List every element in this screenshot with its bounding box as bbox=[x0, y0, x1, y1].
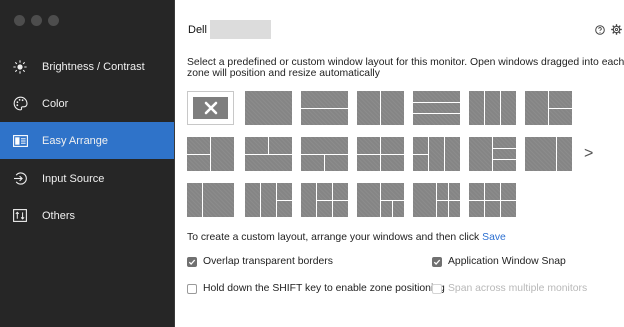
input-source-icon bbox=[12, 171, 28, 187]
sidebar-item-input-source[interactable]: Input Source bbox=[0, 160, 174, 197]
sidebar: Brightness / Contrast Color Easy Arrange… bbox=[0, 0, 175, 327]
zone-divider bbox=[413, 113, 460, 114]
zone-divider bbox=[260, 183, 261, 217]
zone-fill bbox=[187, 183, 234, 217]
zone-divider bbox=[380, 91, 381, 125]
zone-divider bbox=[469, 200, 516, 201]
layout-preset-r3c1[interactable] bbox=[187, 183, 234, 217]
layout-preset-r3c3[interactable] bbox=[301, 183, 348, 217]
span-monitors-checkbox bbox=[432, 283, 442, 294]
layout-preset-r2c1[interactable] bbox=[187, 137, 234, 171]
custom-layout-hint: To create a custom layout, arrange your … bbox=[187, 232, 506, 243]
zone-divider bbox=[413, 102, 460, 103]
zone-fill bbox=[413, 91, 460, 125]
custom-layout-text: To create a custom layout, arrange your … bbox=[187, 232, 483, 243]
close-window-button[interactable] bbox=[14, 15, 25, 26]
zone-divider bbox=[324, 154, 325, 171]
zone-divider bbox=[556, 137, 557, 171]
zone-divider bbox=[301, 108, 348, 109]
zone-divider bbox=[276, 200, 292, 201]
sidebar-item-label: Color bbox=[42, 97, 69, 110]
layout-preset-r1c3[interactable] bbox=[301, 91, 348, 125]
zone-divider bbox=[428, 137, 429, 171]
layout-preset-r3c5[interactable] bbox=[413, 183, 460, 217]
window-layout-icon bbox=[12, 133, 28, 149]
zone-divider bbox=[380, 137, 381, 171]
overlap-borders-checkbox[interactable] bbox=[187, 256, 197, 267]
layout-description: Select a predefined or custom window lay… bbox=[187, 57, 624, 79]
window-controls bbox=[14, 15, 59, 26]
sidebar-item-label: Others bbox=[42, 209, 76, 222]
no-layout-icon bbox=[193, 97, 228, 119]
layout-preset-r1c6[interactable] bbox=[469, 91, 516, 125]
span-monitors-option: Span across multiple monitors bbox=[432, 283, 587, 294]
shift-key-label: Hold down the SHIFT key to enable zone p… bbox=[203, 283, 445, 294]
sidebar-item-others[interactable]: Others bbox=[0, 197, 174, 234]
monitor-model-dropdown[interactable] bbox=[210, 20, 271, 39]
header: Dell bbox=[175, 0, 624, 56]
layout-preset-r2c5[interactable] bbox=[413, 137, 460, 171]
sun-icon bbox=[12, 59, 28, 75]
layout-preset-r2c6[interactable] bbox=[469, 137, 516, 171]
zoom-window-button[interactable] bbox=[48, 15, 59, 26]
zone-divider bbox=[392, 200, 393, 217]
zone-divider bbox=[316, 200, 332, 201]
minimize-window-button[interactable] bbox=[31, 15, 42, 26]
layout-preset-r2c3[interactable] bbox=[301, 137, 348, 171]
palette-icon bbox=[12, 96, 28, 112]
zone-divider bbox=[202, 183, 203, 217]
layout-preset-r1c7[interactable] bbox=[525, 91, 572, 125]
layout-preset-r3c6[interactable] bbox=[469, 183, 516, 217]
layout-preset-r1c1[interactable] bbox=[187, 91, 234, 125]
layout-preset-r1c4[interactable] bbox=[357, 91, 404, 125]
zone-divider bbox=[187, 154, 210, 155]
help-icon[interactable] bbox=[595, 25, 605, 35]
zone-divider bbox=[492, 148, 516, 149]
zone-divider bbox=[500, 91, 501, 125]
zone-fill bbox=[245, 91, 292, 125]
window-snap-option[interactable]: Application Window Snap bbox=[432, 256, 566, 267]
zone-divider bbox=[492, 159, 516, 160]
zone-fill bbox=[469, 91, 516, 125]
shift-key-option[interactable]: Hold down the SHIFT key to enable zone p… bbox=[187, 283, 445, 294]
zone-fill bbox=[525, 137, 572, 171]
layout-preset-r3c4[interactable] bbox=[357, 183, 404, 217]
window-snap-checkbox[interactable] bbox=[432, 256, 442, 267]
layout-preset-r2c4[interactable] bbox=[357, 137, 404, 171]
main-panel: Dell Select a predefined or custom windo… bbox=[175, 0, 624, 327]
layout-preset-r1c2[interactable] bbox=[245, 91, 292, 125]
overlap-borders-label: Overlap transparent borders bbox=[203, 256, 333, 267]
zone-divider bbox=[548, 108, 572, 109]
sidebar-item-label: Easy Arrange bbox=[42, 134, 109, 147]
overlap-borders-option[interactable]: Overlap transparent borders bbox=[187, 256, 333, 267]
zone-divider bbox=[448, 200, 449, 217]
zone-divider bbox=[448, 183, 449, 200]
zone-divider bbox=[245, 154, 292, 155]
gear-icon[interactable] bbox=[611, 24, 622, 35]
window-snap-label: Application Window Snap bbox=[448, 256, 566, 267]
zone-divider bbox=[268, 137, 269, 154]
sidebar-item-color[interactable]: Color bbox=[0, 85, 174, 122]
zone-divider bbox=[444, 137, 445, 171]
layout-preset-r3c2[interactable] bbox=[245, 183, 292, 217]
brand-label: Dell bbox=[188, 24, 207, 36]
zone-divider bbox=[413, 154, 428, 155]
sidebar-item-brightness-contrast[interactable]: Brightness / Contrast bbox=[0, 48, 174, 85]
app-window: Brightness / Contrast Color Easy Arrange… bbox=[0, 0, 624, 327]
next-layouts-arrow[interactable]: > bbox=[584, 146, 596, 162]
layout-preset-r2c7[interactable] bbox=[525, 137, 572, 171]
span-monitors-label: Span across multiple monitors bbox=[448, 283, 588, 294]
zone-divider bbox=[492, 137, 493, 171]
zone-divider bbox=[484, 91, 485, 125]
layout-preset-r2c2[interactable] bbox=[245, 137, 292, 171]
sidebar-item-label: Input Source bbox=[42, 172, 105, 185]
save-link[interactable]: Save bbox=[482, 232, 506, 243]
zone-divider bbox=[332, 200, 348, 201]
sidebar-item-easy-arrange[interactable]: Easy Arrange bbox=[0, 122, 174, 159]
sidebar-item-label: Brightness / Contrast bbox=[42, 60, 145, 73]
shift-key-checkbox[interactable] bbox=[187, 283, 197, 294]
zone-divider bbox=[210, 137, 211, 171]
layout-preset-r1c5[interactable] bbox=[413, 91, 460, 125]
others-icon bbox=[12, 208, 28, 224]
